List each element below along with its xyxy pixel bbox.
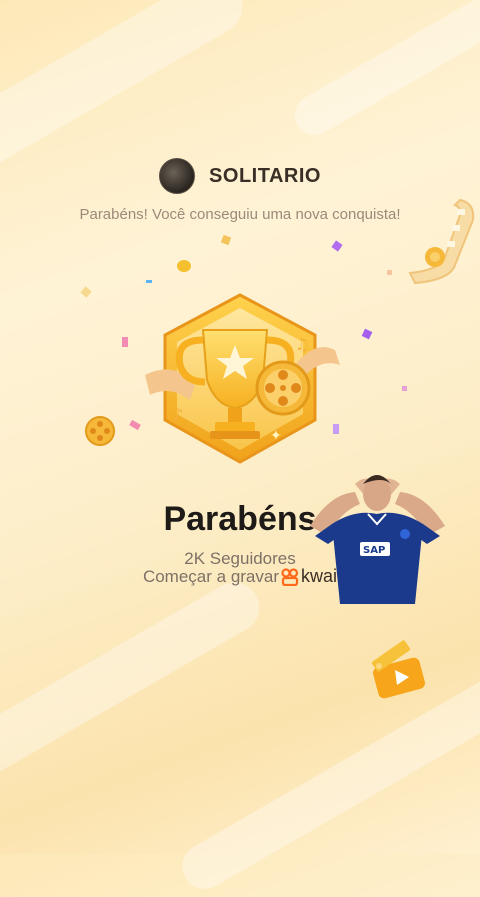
confetti-piece [402, 386, 407, 391]
confetti-piece [122, 337, 128, 347]
confetti-piece [220, 234, 232, 246]
confetti-piece [177, 260, 191, 272]
confetti-piece [387, 270, 392, 275]
film-strip-icon [405, 195, 480, 285]
film-reel-icon [84, 415, 116, 447]
confetti-piece [80, 286, 92, 298]
background-streak [0, 573, 269, 797]
confetti-piece [361, 328, 373, 340]
trophy-badge-icon: ♪ ♫ ✦ [145, 290, 345, 470]
achievement-header: SOLITARIO [0, 158, 480, 194]
username[interactable]: SOLITARIO [209, 165, 321, 188]
svg-text:✦: ✦ [270, 428, 282, 444]
background-streak [0, 0, 254, 176]
confetti-piece [331, 240, 343, 252]
start-recording-text[interactable]: Começar a gravar [143, 567, 279, 587]
svg-text:SAP: SAP [363, 545, 385, 556]
clapperboard-icon [365, 640, 430, 700]
svg-text:♫: ♫ [295, 335, 309, 354]
kwai-logo-icon [281, 567, 299, 586]
user-avatar-icon[interactable] [159, 158, 196, 194]
svg-text:♪: ♪ [173, 405, 183, 424]
confetti-piece [146, 280, 152, 283]
confetti-piece [129, 419, 141, 431]
background-streak [287, 0, 480, 143]
person-sticker: SAP [310, 464, 445, 604]
background-streak [174, 668, 480, 897]
